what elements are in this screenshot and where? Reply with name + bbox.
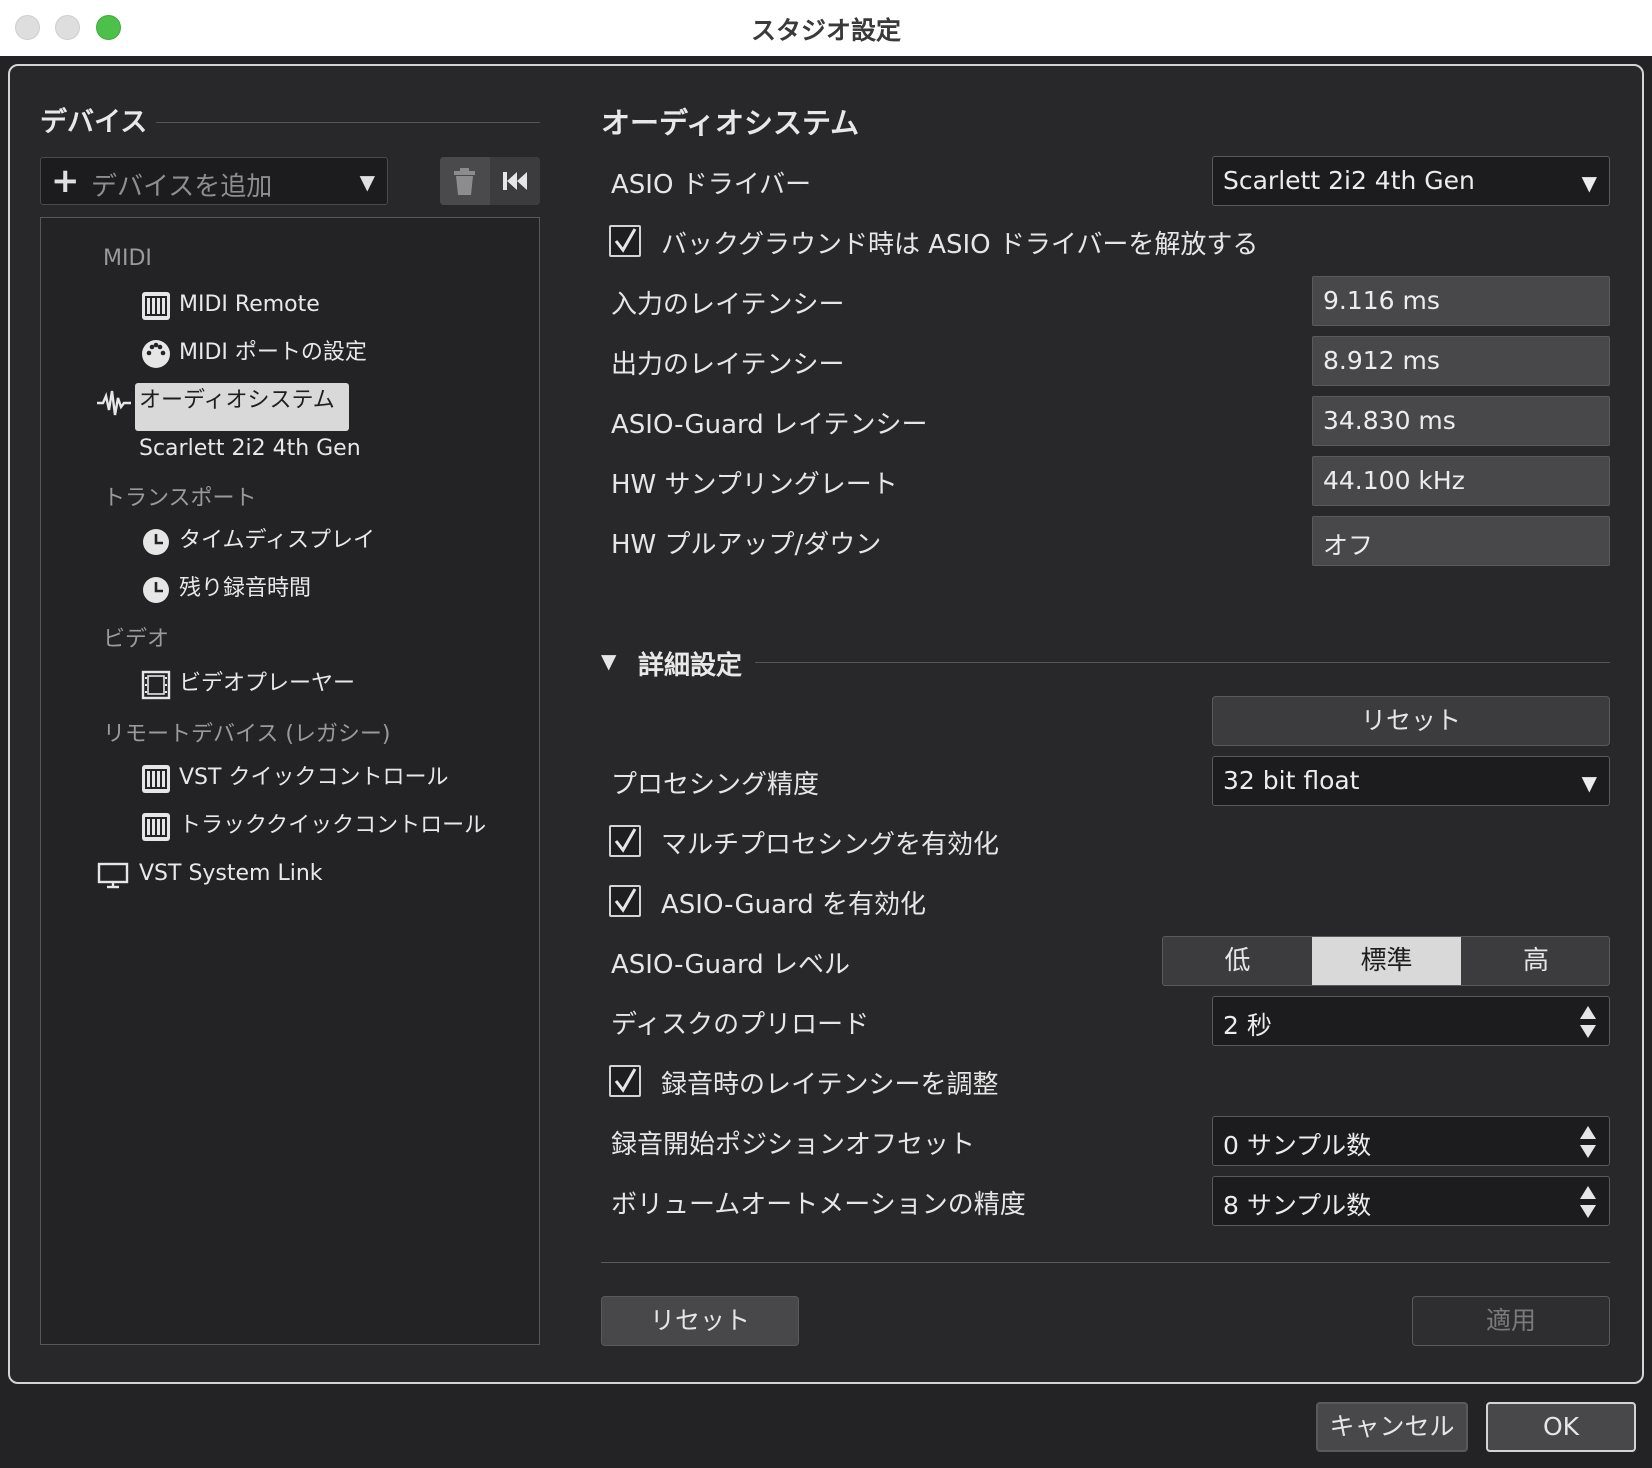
asio-guard-level-segmented: 低 標準 高: [1162, 936, 1610, 986]
checkmark-icon: [614, 888, 637, 913]
disk-preload-label: ディスクのプリロード: [611, 1010, 870, 1040]
advanced-reset-button[interactable]: リセット: [1212, 696, 1610, 746]
stepper-arrows-icon: [1580, 1186, 1596, 1218]
reset-device-button[interactable]: [490, 157, 540, 205]
input-latency-value-field: 9.116 ms: [1312, 276, 1610, 326]
asio-guard-level-low[interactable]: 低: [1163, 937, 1312, 985]
tree-category-remote-legacy: リモートデバイス (レガシー): [103, 722, 391, 747]
delete-device-button[interactable]: [440, 157, 489, 205]
asio-guard-latency-value-field: 34.830 ms: [1312, 396, 1610, 446]
apply-button[interactable]: 適用: [1412, 1296, 1610, 1346]
adjust-latency-checkbox[interactable]: [609, 1065, 641, 1097]
midi-keyboard-icon: [142, 813, 170, 841]
midi-keyboard-icon: [142, 765, 170, 793]
tree-item-midi-remote[interactable]: MIDI Remote: [179, 288, 320, 322]
tree-category-video: ビデオ: [103, 627, 170, 652]
output-latency-value-field: 8.912 ms: [1312, 336, 1610, 386]
advanced-divider: [755, 662, 1610, 663]
hw-pullup-value-field: オフ: [1312, 516, 1610, 566]
advanced-settings-title[interactable]: 詳細設定: [638, 645, 742, 682]
device-button-group: [440, 157, 540, 205]
stepper-arrows-icon: [1580, 1006, 1596, 1038]
volume-automation-label: ボリュームオートメーションの精度: [611, 1190, 1026, 1220]
release-driver-checkbox[interactable]: [609, 225, 641, 257]
tree-item-vst-system-link[interactable]: VST System Link: [139, 857, 323, 891]
tree-item-vst-quick-controls[interactable]: VST クイックコントロール: [179, 761, 448, 795]
hw-sample-rate-value-field: 44.100 kHz: [1312, 456, 1610, 506]
tree-item-midi-port[interactable]: MIDI ポートの設定: [179, 336, 367, 370]
input-latency-label: 入力のレイテンシー: [611, 290, 845, 320]
asio-guard-enable-label: ASIO-Guard を有効化: [661, 890, 927, 920]
chevron-down-icon: ▼: [1581, 771, 1597, 795]
multiprocessing-checkbox[interactable]: [609, 825, 641, 857]
cancel-button[interactable]: キャンセル: [1316, 1402, 1468, 1452]
release-driver-label: バックグラウンド時は ASIO ドライバーを解放する: [661, 230, 1259, 260]
asio-guard-latency-value: 34.830 ms: [1323, 406, 1456, 435]
record-offset-stepper[interactable]: 0 サンプル数: [1212, 1116, 1610, 1166]
clock-icon: [143, 577, 169, 603]
chevron-down-icon: ▼: [1581, 171, 1597, 195]
window-title: スタジオ設定: [750, 16, 901, 45]
reset-button[interactable]: リセット: [601, 1296, 799, 1346]
monitor-icon: [97, 862, 129, 889]
disk-preload-value: 2 秒: [1223, 1011, 1272, 1040]
asio-guard-enable-checkbox[interactable]: [609, 885, 641, 917]
tree-item-track-quick-controls[interactable]: トラッククイックコントロール: [179, 809, 486, 843]
asio-guard-level-normal[interactable]: 標準: [1312, 937, 1461, 985]
hw-sample-rate-label: HW サンプリングレート: [611, 470, 898, 500]
asio-driver-value: Scarlett 2i2 4th Gen: [1223, 166, 1475, 195]
trash-icon: [454, 168, 475, 195]
hw-pullup-label: HW プルアップ/ダウン: [611, 530, 882, 560]
stepper-arrows-icon: [1580, 1126, 1596, 1158]
record-offset-label: 録音開始ポジションオフセット: [611, 1130, 976, 1160]
processing-precision-value: 32 bit float: [1223, 766, 1360, 795]
ok-button[interactable]: OK: [1486, 1402, 1636, 1452]
audio-system-title: オーディオシステム: [601, 106, 860, 140]
hw-pullup-value: オフ: [1323, 531, 1374, 560]
bottom-divider: [601, 1262, 1610, 1263]
processing-precision-label: プロセシング精度: [611, 770, 820, 800]
asio-guard-level-label: ASIO-Guard レベル: [611, 950, 851, 980]
add-device-placeholder: デバイスを追加: [91, 172, 273, 202]
input-latency-value: 9.116 ms: [1323, 286, 1440, 315]
checkmark-icon: [614, 828, 637, 853]
clock-icon: [143, 529, 169, 555]
tree-category-transport: トランスポート: [103, 486, 257, 511]
waveform-icon: [97, 390, 131, 416]
tree-category-midi: MIDI: [103, 246, 152, 271]
devices-section-title: デバイス: [40, 107, 148, 138]
asio-guard-latency-label: ASIO-Guard レイテンシー: [611, 410, 928, 440]
title-bar: スタジオ設定: [0, 0, 1652, 56]
plus-icon: +: [51, 161, 80, 201]
multiprocessing-label: マルチプロセシングを有効化: [661, 830, 1000, 860]
processing-precision-dropdown[interactable]: 32 bit float ▼: [1212, 756, 1610, 806]
checkmark-icon: [614, 1068, 637, 1093]
tree-item-remaining-time[interactable]: 残り録音時間: [179, 572, 311, 606]
disk-preload-stepper[interactable]: 2 秒: [1212, 996, 1610, 1046]
tree-item-video-player[interactable]: ビデオプレーヤー: [179, 667, 355, 701]
skip-back-icon: [503, 172, 527, 190]
record-offset-value: 0 サンプル数: [1223, 1131, 1372, 1160]
volume-automation-stepper[interactable]: 8 サンプル数: [1212, 1176, 1610, 1226]
device-tree[interactable]: MIDI MIDI Remote MIDI ポートの設定 オーディオシステム S…: [40, 217, 540, 1345]
asio-guard-level-high[interactable]: 高: [1461, 937, 1609, 985]
hw-sample-rate-value: 44.100 kHz: [1323, 466, 1465, 495]
asio-driver-dropdown[interactable]: Scarlett 2i2 4th Gen ▼: [1212, 156, 1610, 206]
midi-port-icon: [142, 340, 170, 368]
tree-item-audio-system[interactable]: オーディオシステム: [139, 384, 335, 418]
volume-automation-value: 8 サンプル数: [1223, 1191, 1372, 1220]
add-device-dropdown[interactable]: + デバイスを追加 ▼: [40, 157, 388, 205]
tree-item-time-display[interactable]: タイムディスプレイ: [179, 524, 375, 558]
adjust-latency-label: 録音時のレイテンシーを調整: [661, 1070, 999, 1100]
asio-driver-label: ASIO ドライバー: [611, 170, 812, 200]
chevron-down-icon: ▼: [359, 170, 375, 194]
midi-keyboard-icon: [142, 292, 170, 320]
output-latency-value: 8.912 ms: [1323, 346, 1440, 375]
collapse-triangle-icon[interactable]: ▼: [601, 649, 616, 673]
section-divider: [156, 122, 540, 123]
film-icon: [141, 670, 171, 700]
tree-item-scarlett[interactable]: Scarlett 2i2 4th Gen: [139, 432, 361, 466]
checkmark-icon: [614, 228, 637, 253]
output-latency-label: 出力のレイテンシー: [611, 350, 845, 380]
